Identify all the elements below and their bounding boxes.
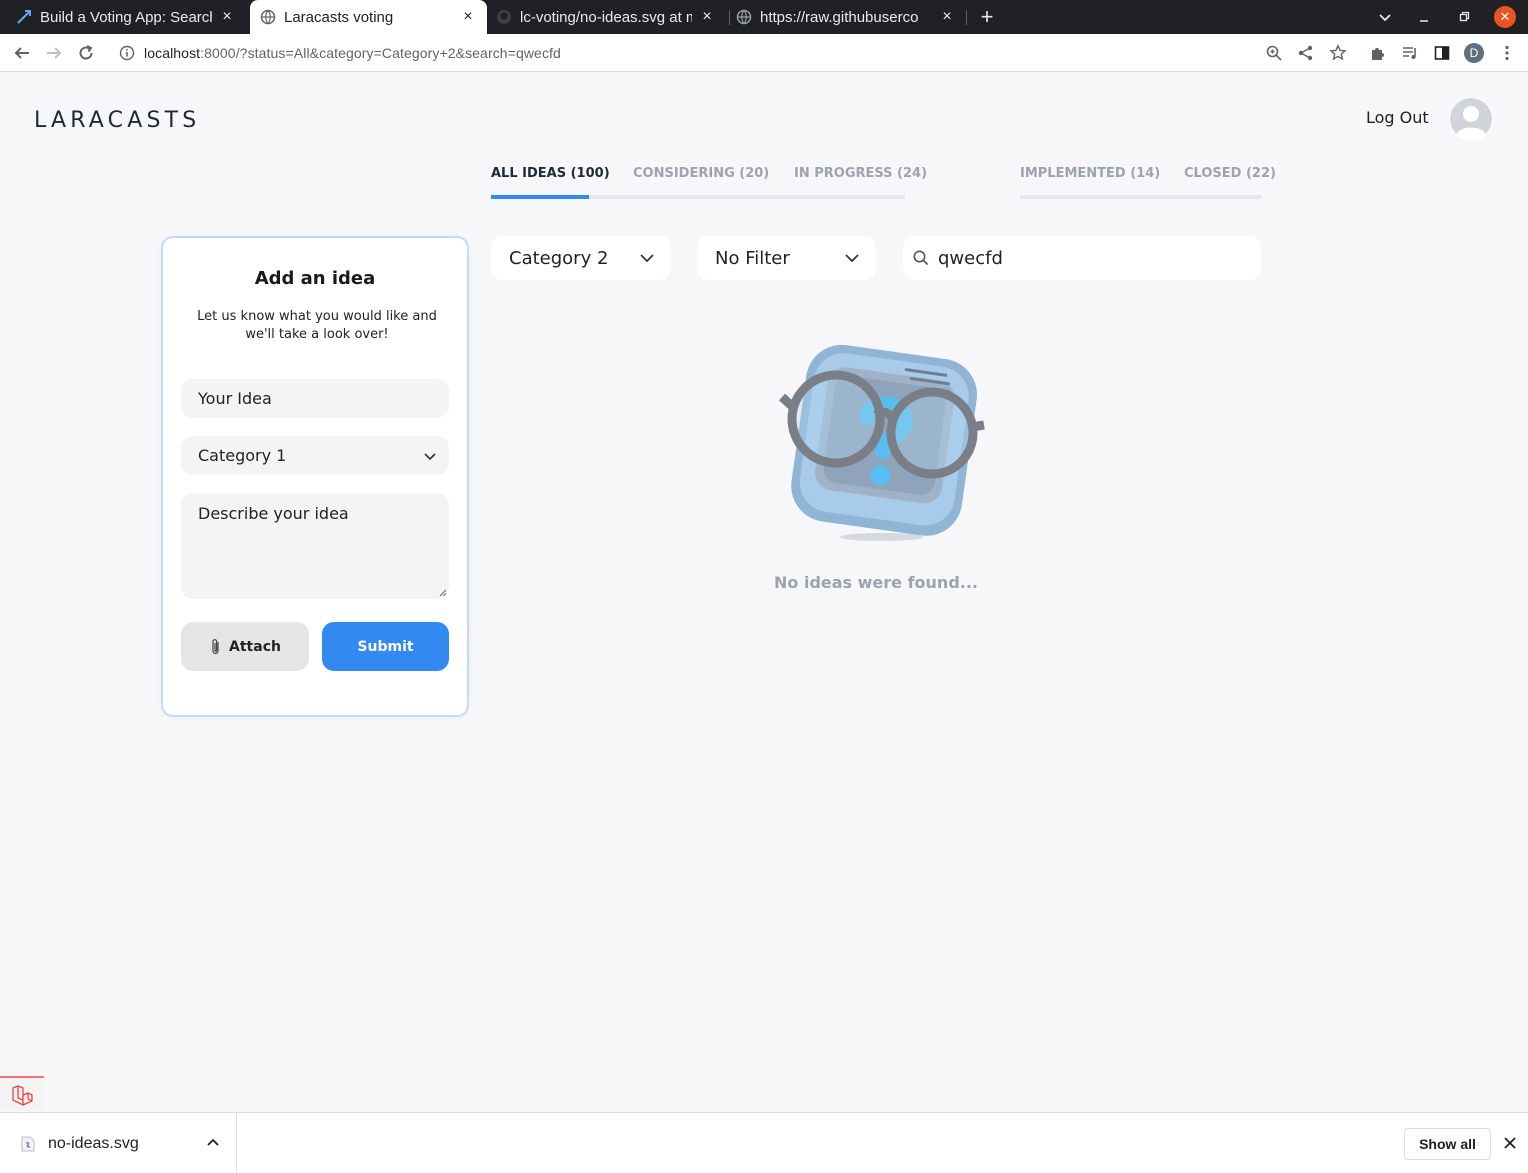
show-all-downloads-button[interactable]: Show all	[1404, 1128, 1491, 1160]
forward-arrow-icon	[47, 47, 62, 59]
tab-underline	[1020, 195, 1262, 199]
reload-button[interactable]	[74, 41, 98, 65]
resize-grip-icon[interactable]	[438, 588, 447, 597]
browser-tab-github-no-ideas[interactable]: lc-voting/no-ideas.svg at m ×	[496, 0, 726, 34]
submit-button[interactable]: Submit	[322, 622, 449, 671]
attach-button-label: Attach	[229, 638, 281, 655]
chevron-down-icon	[424, 453, 436, 461]
profile-avatar[interactable]: D	[1464, 43, 1484, 63]
browser-toolbar: localhost:8000/?status=All&category=Cate…	[0, 34, 1528, 72]
browser-menu-icon[interactable]	[1497, 43, 1517, 63]
attach-button[interactable]: Attach	[181, 622, 309, 671]
tab-implemented[interactable]: IMPLEMENTED (14)	[1020, 166, 1160, 181]
search-input-value: qwecfd	[938, 247, 1003, 269]
back-arrow-icon	[14, 47, 29, 59]
close-icon[interactable]	[1502, 1135, 1518, 1151]
forward-button[interactable]	[42, 41, 66, 65]
category-select[interactable]: Category 1	[181, 436, 449, 475]
add-idea-card: Add an idea Let us know what you would l…	[161, 236, 469, 717]
status-filter-tabs: ALL IDEAS (100) CONSIDERING (20) IN PROG…	[491, 166, 1276, 202]
laracasts-logo[interactable]: LARACASTS	[34, 107, 201, 133]
category-filter-value: Category 2	[509, 247, 609, 269]
page-content: LARACASTS Log Out ALL IDEAS (100) CONSID…	[0, 73, 1528, 1111]
tab-search-chevron-icon[interactable]	[1375, 7, 1395, 27]
tab-separator	[966, 10, 967, 25]
tab-title: https://raw.githubuserco	[760, 8, 919, 26]
user-silhouette-icon	[1449, 97, 1493, 141]
reload-icon	[79, 45, 93, 60]
chevron-up-icon[interactable]	[205, 1135, 221, 1151]
globe-icon	[736, 9, 752, 25]
description-placeholder: Describe your idea	[198, 504, 349, 523]
url-text[interactable]: localhost:8000/?status=All&category=Cate…	[144, 45, 561, 61]
browser-tab-laracasts-voting[interactable]: Laracasts voting ×	[250, 0, 487, 34]
download-shelf: no-ideas.svg Show all	[0, 1112, 1528, 1173]
close-icon[interactable]: ×	[698, 8, 716, 26]
laravel-logo-icon	[12, 1084, 33, 1106]
site-info-icon[interactable]	[119, 45, 135, 61]
close-icon[interactable]: ×	[218, 8, 236, 26]
browser-tab-strip: Build a Voting App: Search × Laracasts v…	[0, 0, 1528, 34]
other-filter-value: No Filter	[715, 247, 790, 269]
download-file-name: no-ideas.svg	[48, 1134, 139, 1152]
tab-in-progress[interactable]: IN PROGRESS (24)	[794, 166, 927, 181]
browser-tab-raw-githubusercontent[interactable]: https://raw.githubuserco ×	[736, 0, 966, 34]
extensions-puzzle-icon[interactable]	[1368, 43, 1388, 63]
back-button[interactable]	[10, 41, 34, 65]
add-idea-subtitle: Let us know what you would like and we'l…	[197, 309, 437, 342]
chevron-down-icon	[640, 254, 654, 263]
avatar[interactable]	[1449, 97, 1493, 141]
new-tab-button[interactable]: +	[976, 6, 998, 28]
close-icon[interactable]: ×	[938, 8, 956, 26]
idea-description-textarea[interactable]: Describe your idea	[181, 493, 449, 599]
search-icon	[913, 250, 929, 266]
github-icon	[497, 10, 511, 24]
chevron-down-icon	[845, 254, 859, 263]
other-filter-select[interactable]: No Filter	[697, 236, 876, 280]
tab-separator	[729, 10, 730, 25]
address-bar[interactable]: localhost:8000/?status=All&category=Cate…	[108, 37, 1358, 69]
close-icon[interactable]: ×	[459, 8, 477, 26]
zoom-icon[interactable]	[1264, 43, 1284, 63]
logout-link[interactable]: Log Out	[1366, 108, 1429, 127]
window-close-icon[interactable]: ✕	[1494, 6, 1516, 28]
svg-file-icon	[21, 1136, 35, 1151]
tab-underline	[589, 195, 905, 199]
restore-icon[interactable]	[1454, 7, 1474, 27]
no-ideas-illustration-icon	[778, 344, 985, 541]
media-controls-icon[interactable]	[1400, 43, 1420, 63]
laracasts-favicon-icon	[17, 10, 31, 24]
search-input[interactable]: qwecfd	[903, 236, 1261, 280]
minimize-icon[interactable]	[1414, 7, 1434, 27]
side-panel-icon[interactable]	[1432, 43, 1452, 63]
logo-text: LARACASTS	[34, 107, 201, 133]
tab-title: Build a Voting App: Search	[40, 8, 212, 26]
globe-icon	[260, 9, 276, 25]
browser-tab-build-voting-app[interactable]: Build a Voting App: Search ×	[16, 0, 246, 34]
tab-title: lc-voting/no-ideas.svg at m	[520, 8, 692, 26]
bookmark-star-icon[interactable]	[1328, 43, 1348, 63]
download-item[interactable]: no-ideas.svg	[0, 1113, 237, 1173]
share-icon[interactable]	[1296, 43, 1316, 63]
tab-title: Laracasts voting	[284, 8, 394, 26]
category-select-value: Category 1	[198, 446, 287, 465]
tab-all-ideas[interactable]: ALL IDEAS (100)	[491, 166, 610, 181]
laravel-debug-badge[interactable]	[0, 1076, 44, 1111]
tab-underline-active	[491, 195, 589, 199]
category-filter-select[interactable]: Category 2	[491, 236, 671, 280]
add-idea-title: Add an idea	[254, 268, 376, 289]
no-ideas-message: No ideas were found...	[774, 573, 978, 592]
tab-closed[interactable]: CLOSED (22)	[1184, 166, 1276, 181]
idea-title-input[interactable]: Your Idea	[181, 379, 449, 418]
paperclip-icon	[212, 638, 219, 654]
tab-considering[interactable]: CONSIDERING (20)	[633, 166, 769, 181]
